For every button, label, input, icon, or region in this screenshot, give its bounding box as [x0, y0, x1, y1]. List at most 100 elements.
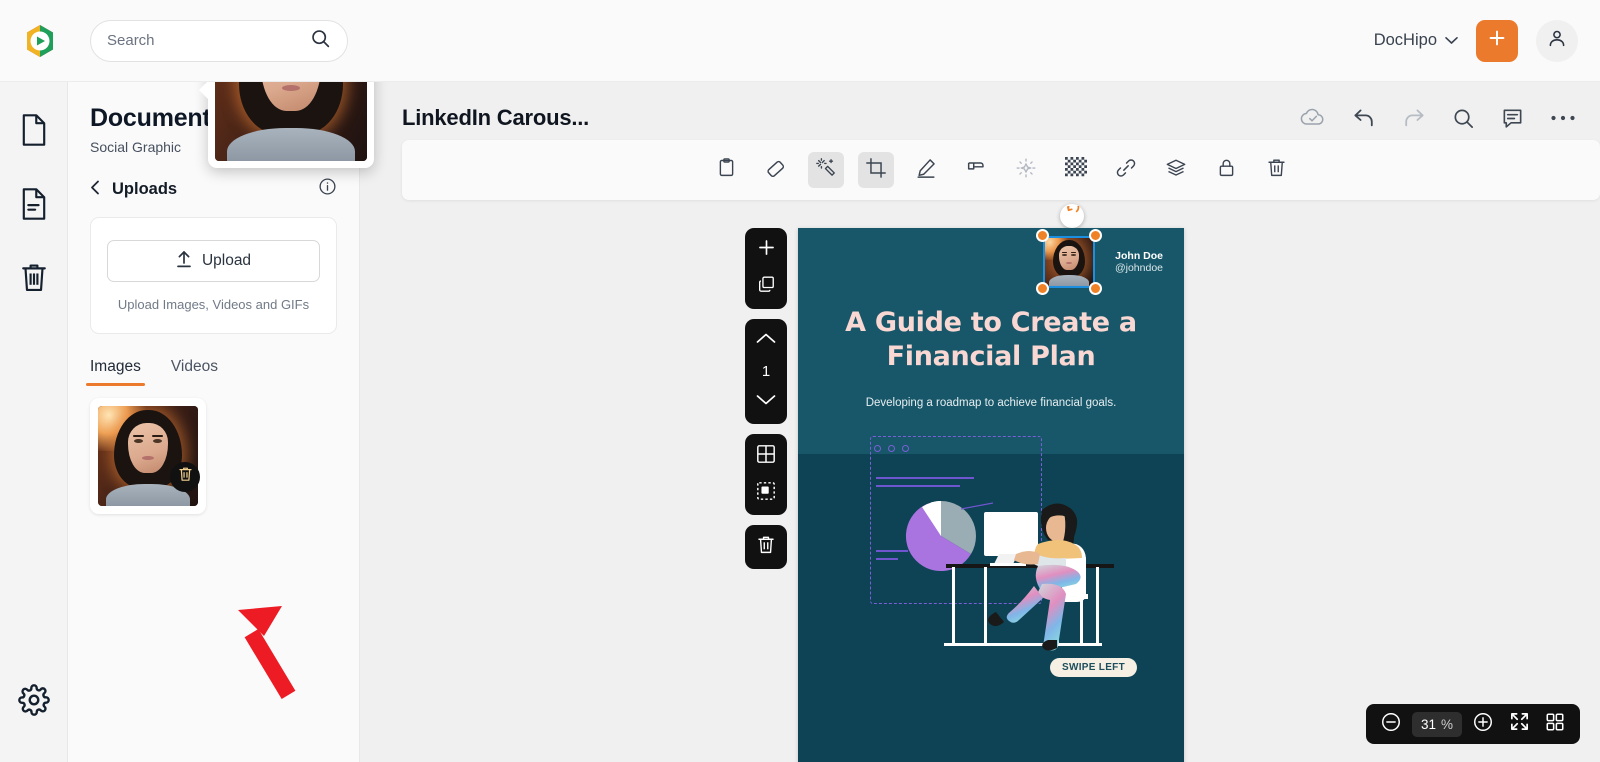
- checker-grid-icon: [1065, 156, 1087, 184]
- upload-button-label: Upload: [201, 252, 252, 269]
- illustration-woman-at-desk[interactable]: SWIPE LEFT: [866, 436, 1146, 686]
- uploaded-image-thumbnail[interactable]: [90, 397, 206, 514]
- tool-paste[interactable]: [708, 152, 744, 188]
- search-box[interactable]: [90, 19, 348, 62]
- profile-info: John Doe @johndoe: [1101, 250, 1163, 274]
- tool-erase-background[interactable]: [758, 152, 794, 188]
- resize-handle-bottom-left[interactable]: [1036, 282, 1049, 295]
- element-toolbar: [402, 140, 1600, 200]
- account-button[interactable]: [1536, 19, 1578, 62]
- rotate-handle[interactable]: [1060, 201, 1084, 228]
- copy-icon: [757, 275, 776, 299]
- illustration-graphics: [905, 501, 1114, 651]
- next-page-button[interactable]: [750, 387, 782, 417]
- clipboard-icon: [716, 157, 737, 183]
- info-circle-icon[interactable]: [318, 177, 337, 201]
- duplicate-page-button[interactable]: [750, 272, 782, 302]
- red-arrow-pointer: [236, 602, 346, 707]
- profile-name: John Doe: [1115, 250, 1163, 262]
- resize-handle-top-left[interactable]: [1036, 229, 1049, 242]
- trash-icon: [1266, 157, 1287, 183]
- tool-delete[interactable]: [1258, 152, 1294, 188]
- search-input[interactable]: [107, 32, 310, 49]
- link-icon: [1115, 157, 1137, 184]
- delete-upload-button[interactable]: [170, 461, 200, 492]
- uploads-section-title: Uploads: [112, 179, 178, 198]
- zoom-in-button[interactable]: [1468, 709, 1498, 739]
- media-tabs: Images Videos: [86, 358, 359, 386]
- search-icon[interactable]: [310, 28, 331, 54]
- dochipo-logo-icon[interactable]: [20, 21, 60, 61]
- tool-transparency[interactable]: [1058, 152, 1094, 188]
- grid-view-button[interactable]: [750, 441, 782, 471]
- plus-icon: [756, 237, 777, 263]
- prev-page-button[interactable]: [750, 326, 782, 356]
- search-icon[interactable]: [1452, 107, 1475, 130]
- tool-crop[interactable]: [858, 152, 894, 188]
- zoom-controls: 31 %: [1365, 704, 1580, 744]
- zoom-out-button[interactable]: [1376, 709, 1406, 739]
- tool-link[interactable]: [1108, 152, 1144, 188]
- sidebar-item-templates[interactable]: [7, 178, 61, 234]
- tool-edit[interactable]: [908, 152, 944, 188]
- rotate-icon: [1065, 201, 1080, 226]
- editor-area: LinkedIn Carous... 1 John Doe @johndoe A…: [360, 82, 1600, 762]
- tab-videos-label: Videos: [170, 357, 218, 375]
- page-icon: [19, 113, 49, 152]
- document-title[interactable]: LinkedIn Carous...: [402, 105, 589, 131]
- brand-menu[interactable]: DocHipo: [1374, 31, 1458, 50]
- gear-icon: [18, 683, 50, 721]
- zoom-unit: %: [1440, 716, 1453, 732]
- tool-fill-color[interactable]: [958, 152, 994, 188]
- brand-label: DocHipo: [1373, 31, 1437, 49]
- chevron-up-icon: [756, 332, 776, 350]
- select-area-button[interactable]: [750, 478, 782, 508]
- add-page-button[interactable]: [750, 235, 782, 265]
- design-headline[interactable]: A Guide to Create a Financial Plan: [822, 306, 1160, 374]
- tool-layers[interactable]: [1158, 152, 1194, 188]
- swipe-left-badge: SWIPE LEFT: [1050, 658, 1137, 677]
- redo-arrow-icon[interactable]: [1402, 107, 1426, 129]
- sidebar-item-settings[interactable]: [7, 674, 61, 730]
- undo-arrow-icon[interactable]: [1352, 107, 1376, 129]
- tool-adjust-brightness[interactable]: [1008, 152, 1044, 188]
- crop-icon: [865, 157, 887, 184]
- fullscreen-button[interactable]: [1504, 709, 1534, 739]
- document-actions: [1300, 107, 1576, 130]
- tool-lock[interactable]: [1208, 152, 1244, 188]
- current-page-number: 1: [761, 363, 771, 380]
- layers-icon: [1165, 157, 1187, 184]
- dashed-square-icon: [756, 481, 776, 506]
- trash-icon: [756, 534, 776, 560]
- comment-icon[interactable]: [1501, 107, 1524, 130]
- tab-images[interactable]: Images: [86, 358, 145, 386]
- chevron-left-icon[interactable]: [90, 180, 100, 198]
- paint-roller-icon: [965, 157, 987, 184]
- delete-page-button[interactable]: [750, 532, 782, 562]
- cloud-check-icon[interactable]: [1300, 108, 1326, 128]
- selected-avatar-element[interactable]: [1036, 229, 1102, 295]
- lock-icon: [1216, 157, 1237, 183]
- zoom-level[interactable]: 31 %: [1411, 711, 1462, 737]
- selection-box: [1043, 236, 1095, 288]
- user-avatar-icon: [1546, 27, 1568, 54]
- zoom-value: 31: [1420, 716, 1436, 732]
- uploads-header: Uploads: [90, 177, 337, 201]
- tool-magic-enhance[interactable]: [808, 152, 844, 188]
- grid-layout-button[interactable]: [1540, 709, 1570, 739]
- tab-videos[interactable]: Videos: [171, 358, 218, 386]
- design-page-1[interactable]: John Doe @johndoe A Guide to Create a Fi…: [798, 228, 1184, 762]
- minus-circle-icon: [1380, 711, 1402, 738]
- trash-icon: [178, 466, 193, 487]
- resize-handle-top-right[interactable]: [1089, 229, 1102, 242]
- design-subheadline[interactable]: Developing a roadmap to achieve financia…: [822, 397, 1160, 409]
- resize-handle-bottom-right[interactable]: [1089, 282, 1102, 295]
- ellipsis-icon[interactable]: [1550, 114, 1576, 122]
- document-header: LinkedIn Carous...: [402, 90, 1576, 146]
- trash-icon: [18, 261, 50, 300]
- sidebar-item-documents[interactable]: [7, 104, 61, 160]
- upload-button[interactable]: Upload: [107, 240, 320, 282]
- upload-arrow-icon: [176, 250, 192, 273]
- create-new-button[interactable]: [1476, 19, 1518, 62]
- sidebar-item-trash[interactable]: [7, 252, 61, 308]
